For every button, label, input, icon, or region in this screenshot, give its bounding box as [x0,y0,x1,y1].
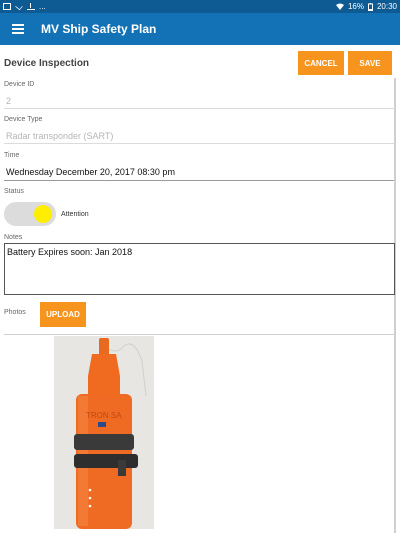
battery-icon [367,2,373,11]
device-type-label: Device Type [4,116,43,123]
device-type-field: Radar transponder (SART) [6,131,114,141]
save-button[interactable]: SAVE [348,51,392,75]
time-field[interactable]: Wednesday December 20, 2017 08:30 pm [6,167,175,177]
cancel-button[interactable]: CANCEL [298,51,344,75]
time-label: Time [4,152,20,159]
download-icon [27,3,35,10]
clock: 20:30 [376,2,397,11]
app-bar: MV Ship Safety Plan [0,13,400,45]
wifi-icon [335,3,344,10]
device-type-underline [4,143,394,144]
sart-device-illustration: TRON SA [54,336,154,529]
app-title: MV Ship Safety Plan [41,22,157,36]
photos-divider [4,334,394,335]
notes-label: Notes [4,234,23,241]
device-id-field: 2 [6,96,12,106]
device-label-text: TRON SA [86,411,122,420]
image-icon [3,3,11,10]
status-label: Status [4,188,24,195]
time-underline [4,180,394,181]
status-toggle[interactable] [4,202,56,226]
device-photo[interactable]: TRON SA [54,336,154,529]
status-toggle-label: Attention [61,211,89,218]
battery-percent: 16% [347,2,364,11]
check-icon [15,2,23,11]
status-ellipsis: ... [39,2,46,11]
status-left-icons: ... [3,2,46,11]
hamburger-menu-icon[interactable] [12,24,24,34]
device-id-underline [4,108,394,109]
page-title: Device Inspection [4,58,90,69]
status-toggle-knob [34,205,52,223]
upload-button[interactable]: UPLOAD [40,302,86,327]
device-id-label: Device ID [4,81,35,88]
notes-textarea[interactable]: Battery Expires soon: Jan 2018 [4,243,395,295]
photos-label: Photos [4,309,26,316]
scroll-indicator[interactable] [394,78,396,533]
status-right: 16% 20:30 [335,2,397,11]
system-status-bar: ... 16% 20:30 [0,0,400,13]
